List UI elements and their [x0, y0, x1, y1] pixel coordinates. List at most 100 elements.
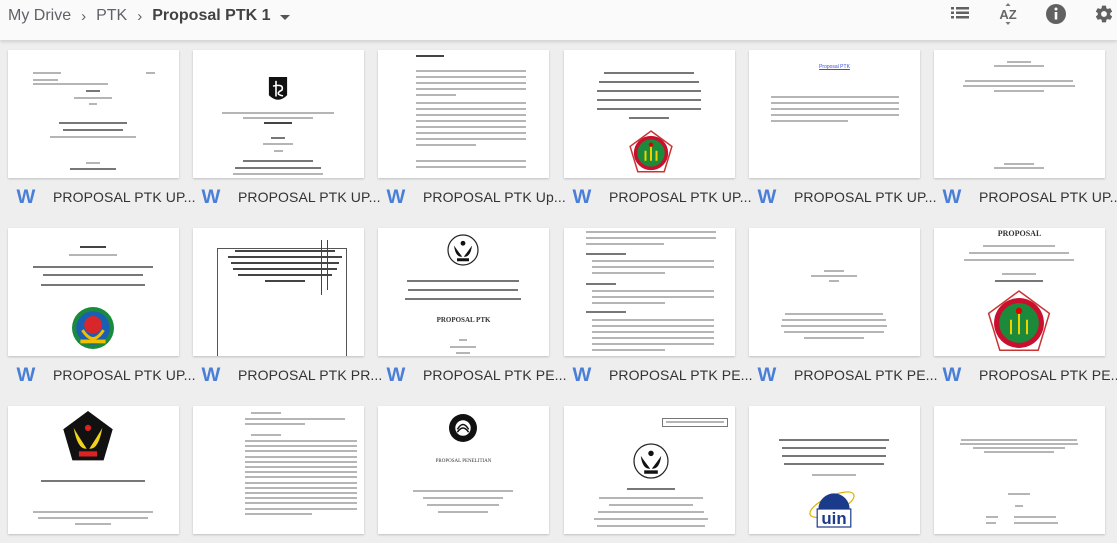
file-grid: W PROPOSAL PTK UP... W PROPOSAL PTK UP... W… — [0, 40, 1117, 543]
thumbnail-text-line — [243, 160, 313, 162]
file-thumbnail[interactable] — [8, 406, 179, 534]
thumbnail-text-line — [235, 167, 321, 169]
file-thumbnail[interactable] — [934, 406, 1105, 534]
file-name-row[interactable]: W PROPOSAL PTK UP... — [8, 180, 196, 214]
thumbnail-text-line — [771, 102, 899, 104]
file-thumbnail[interactable] — [564, 228, 735, 356]
list-view-button[interactable] — [948, 3, 972, 25]
thumbnail-text-line — [963, 85, 1075, 87]
thumbnail-text-line — [771, 120, 848, 122]
thumbnail-text-line — [245, 502, 357, 505]
dropdown-caret-icon[interactable] — [280, 14, 291, 20]
thumbnail-text-line — [965, 80, 1073, 82]
thumbnail-text-line — [245, 440, 357, 442]
thumbnail-text-line — [245, 492, 357, 494]
file-thumbnail[interactable] — [564, 50, 735, 178]
file-thumbnail[interactable] — [378, 50, 549, 178]
thumbnail-text-line — [597, 90, 701, 92]
settings-button[interactable] — [1092, 3, 1116, 25]
thumbnail-text-line — [416, 102, 526, 104]
file-name-row[interactable]: W PROPOSAL PTK PE... — [378, 358, 567, 392]
file-thumbnail[interactable] — [193, 406, 364, 534]
thumbnail-text-line — [238, 274, 332, 276]
file-name-row[interactable]: W PROPOSAL PTK UP... — [8, 358, 196, 392]
file-thumbnail[interactable] — [8, 228, 179, 356]
file-thumbnail[interactable]: PROPOSAL — [934, 228, 1105, 356]
thumbnail-text-line — [408, 289, 518, 291]
file-thumbnail[interactable] — [934, 50, 1105, 178]
thumbnail-text-line — [245, 486, 357, 489]
thumbnail-text-line — [245, 455, 357, 458]
file-thumbnail[interactable]: Proposal PTK — [749, 50, 920, 178]
file-thumbnail[interactable] — [564, 406, 735, 534]
thumbnail-text-line — [812, 474, 856, 476]
file-name: PROPOSAL PTK Up... — [422, 189, 566, 205]
thumbnail-text-line — [245, 471, 357, 474]
thumbnail-text-line — [245, 466, 357, 468]
word-document-icon: W — [572, 186, 592, 208]
thumbnail-text-line — [785, 313, 883, 315]
thumbnail-text-line — [586, 311, 626, 313]
thumbnail-text-line — [50, 136, 136, 138]
file-name-row[interactable]: W PROPOSAL PTK UP... — [749, 180, 937, 214]
file-thumbnail[interactable] — [749, 228, 920, 356]
thumbnail-text-line — [86, 90, 100, 92]
info-icon — [1046, 4, 1066, 24]
file-name-row[interactable]: W PROPOSAL PTK UP... — [934, 180, 1117, 214]
file-thumbnail[interactable]: PROPOSAL PENELITIAN — [378, 406, 549, 534]
thumbnail-text-line — [416, 82, 526, 84]
file-thumbnail[interactable] — [193, 228, 364, 356]
file-name-row[interactable]: W PROPOSAL PTK UP... — [564, 180, 752, 214]
thumbnail-text-line — [829, 280, 839, 282]
thumbnail-text-line — [782, 319, 886, 321]
thumbnail-text-line — [592, 290, 714, 292]
file-name-row[interactable]: W PROPOSAL PTK UP... — [193, 180, 381, 214]
file-thumbnail[interactable] — [193, 50, 364, 178]
thumbnail-text-line — [245, 418, 345, 420]
file-name-row[interactable]: W PROPOSAL PTK PE... — [934, 358, 1117, 392]
info-button[interactable] — [1044, 3, 1068, 25]
thumbnail-text-line — [592, 302, 666, 304]
file-name-row[interactable]: W PROPOSAL PTK PR... — [193, 358, 383, 392]
breadcrumb-current-folder[interactable]: Proposal PTK 1 — [152, 7, 270, 25]
thumbnail-text-line — [771, 108, 899, 110]
thumbnail-text-line — [627, 488, 675, 490]
settings-gear-icon — [1095, 5, 1113, 23]
school-emblem-logo — [629, 130, 673, 173]
thumbnail-text-line — [416, 138, 526, 140]
list-view-icon — [951, 7, 969, 19]
thumbnail-text-line — [961, 439, 1077, 441]
breadcrumb-my-drive[interactable]: My Drive — [8, 7, 71, 25]
thumbnail-text-line — [782, 447, 886, 449]
file-thumbnail[interactable]: PROPOSAL PTK — [378, 228, 549, 356]
file-name-row[interactable]: W PROPOSAL PTK PE... — [749, 358, 938, 392]
thumbnail-text-line — [222, 112, 334, 114]
thumbnail-text-line — [416, 108, 526, 110]
sort-button[interactable]: AZ — [996, 3, 1020, 25]
file-name-row[interactable]: W PROPOSAL PTK PE... — [564, 358, 753, 392]
thumbnail-text-line — [245, 497, 357, 500]
file-name-row[interactable]: W PROPOSAL PTK Up... — [378, 180, 566, 214]
thumbnail-text-line — [592, 337, 714, 339]
breadcrumb-ptk[interactable]: PTK — [96, 7, 127, 25]
thumbnail-text-line — [245, 512, 313, 515]
thumbnail-text-line — [597, 99, 701, 101]
thumbnail-text-line — [245, 476, 357, 479]
thumbnail-text-line — [995, 280, 1043, 282]
svg-text:uin: uin — [821, 509, 846, 528]
thumbnail-text-line — [592, 319, 714, 321]
thumbnail-text-line — [784, 463, 884, 465]
thumbnail-text-line — [824, 270, 844, 272]
file-name: PROPOSAL PTK PE... — [422, 367, 567, 383]
thumbnail-text-line — [994, 90, 1044, 92]
thumbnail-text-line — [597, 108, 701, 110]
school-emblem-logo — [987, 290, 1051, 351]
file-thumbnail[interactable]: uin — [749, 406, 920, 534]
thumbnail-text-line — [1002, 273, 1036, 275]
thumbnail-text-line — [781, 325, 887, 327]
word-document-icon: W — [942, 186, 962, 208]
thumbnail-text-line — [271, 137, 285, 139]
file-thumbnail[interactable] — [8, 50, 179, 178]
thumbnail-text-line — [456, 352, 470, 354]
chevron-right-icon: › — [137, 7, 143, 25]
